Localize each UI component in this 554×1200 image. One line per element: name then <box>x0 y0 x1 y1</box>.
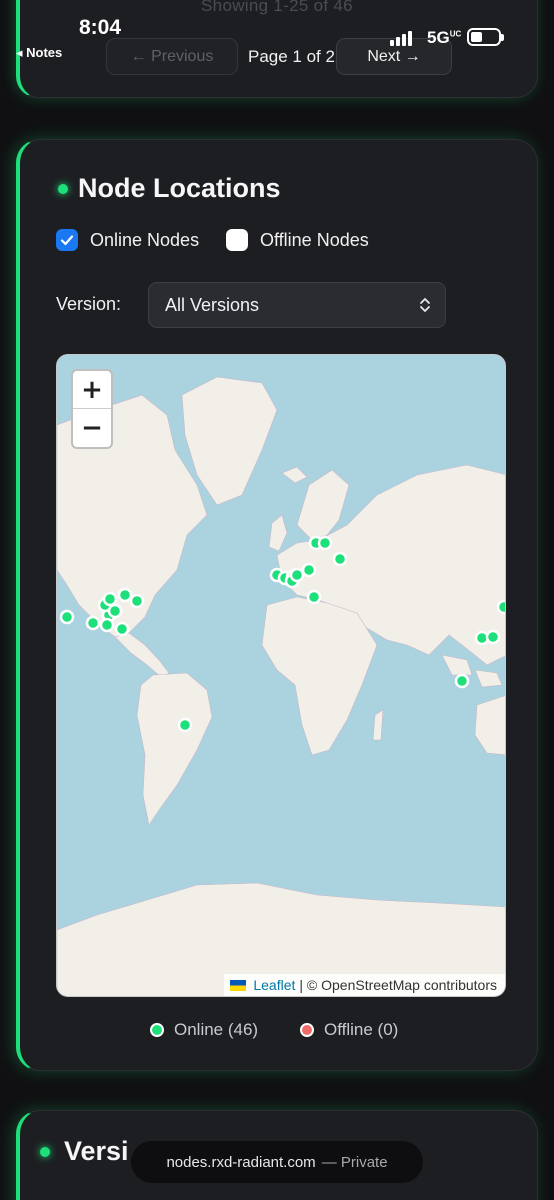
node-locations-card: Node Locations Online Nodes Offline Node… <box>16 139 538 1071</box>
legend-offline-label: Offline (0) <box>324 1020 399 1039</box>
offline-dot-icon <box>300 1023 314 1037</box>
ukraine-flag-icon <box>230 979 247 991</box>
checkbox-unchecked-icon[interactable] <box>226 229 248 251</box>
back-to-notes-link[interactable]: ◂ Notes <box>16 45 62 61</box>
offline-nodes-filter[interactable]: Offline Nodes <box>226 229 369 251</box>
zoom-in-button[interactable]: + <box>73 371 111 409</box>
node-marker[interactable] <box>289 567 305 583</box>
node-marker[interactable] <box>485 629 501 645</box>
offline-nodes-label: Offline Nodes <box>260 229 369 250</box>
page-info: Page 1 of 2 <box>248 47 335 66</box>
osm-attribution: | © OpenStreetMap contributors <box>299 977 497 993</box>
version-select-value: All Versions <box>165 294 260 315</box>
node-marker[interactable] <box>102 591 118 607</box>
map-attribution: Leaflet | © OpenStreetMap contributors <box>224 974 505 996</box>
online-dot-icon <box>150 1023 164 1037</box>
select-chevron-icon <box>420 298 430 312</box>
checkbox-checked-icon[interactable] <box>56 229 78 251</box>
status-time: 8:04 <box>79 16 122 39</box>
previous-page-button[interactable]: ← Previous <box>106 38 238 75</box>
versions-section-title: Versi <box>64 1136 129 1166</box>
version-select[interactable]: All Versions <box>148 282 446 328</box>
node-marker[interactable] <box>85 615 101 631</box>
leaflet-link[interactable]: Leaflet <box>253 977 295 993</box>
signal-icon <box>390 30 414 46</box>
browser-address-bar[interactable]: nodes.rxd-radiant.com — Private <box>131 1141 423 1183</box>
legend-online-label: Online (46) <box>174 1020 259 1039</box>
node-marker[interactable] <box>99 617 115 633</box>
node-marker[interactable] <box>114 621 130 637</box>
section-indicator-dot <box>40 1147 50 1157</box>
version-label: Version: <box>56 294 122 314</box>
showing-count: Showing 1-25 of 46 <box>201 0 353 15</box>
online-nodes-label: Online Nodes <box>90 229 200 250</box>
section-indicator-dot <box>58 184 68 194</box>
zoom-out-button[interactable]: − <box>73 409 111 447</box>
legend-online: Online (46) <box>150 1020 258 1040</box>
node-marker[interactable] <box>306 589 322 605</box>
node-marker[interactable] <box>177 717 193 733</box>
battery-icon <box>467 28 504 46</box>
node-marker[interactable] <box>301 562 317 578</box>
node-marker[interactable] <box>107 603 123 619</box>
node-marker[interactable] <box>332 551 348 567</box>
node-marker[interactable] <box>129 593 145 609</box>
node-map[interactable]: + − Leaflet | © OpenStreetMap contributo… <box>56 354 506 997</box>
map-zoom-control[interactable]: + − <box>71 369 113 449</box>
address-host: nodes.rxd-radiant.com <box>166 1153 316 1171</box>
node-marker[interactable] <box>454 673 470 689</box>
private-mode-label: — Private <box>321 1153 388 1171</box>
network-indicator: 5GUC <box>427 28 462 47</box>
node-marker[interactable] <box>117 587 133 603</box>
online-nodes-filter[interactable]: Online Nodes <box>56 229 199 251</box>
section-title: Node Locations <box>78 173 281 203</box>
world-map-tiles[interactable] <box>57 355 506 997</box>
node-marker[interactable] <box>59 609 75 625</box>
node-marker[interactable] <box>496 599 506 615</box>
legend-offline: Offline (0) <box>300 1020 398 1040</box>
node-marker[interactable] <box>317 535 333 551</box>
